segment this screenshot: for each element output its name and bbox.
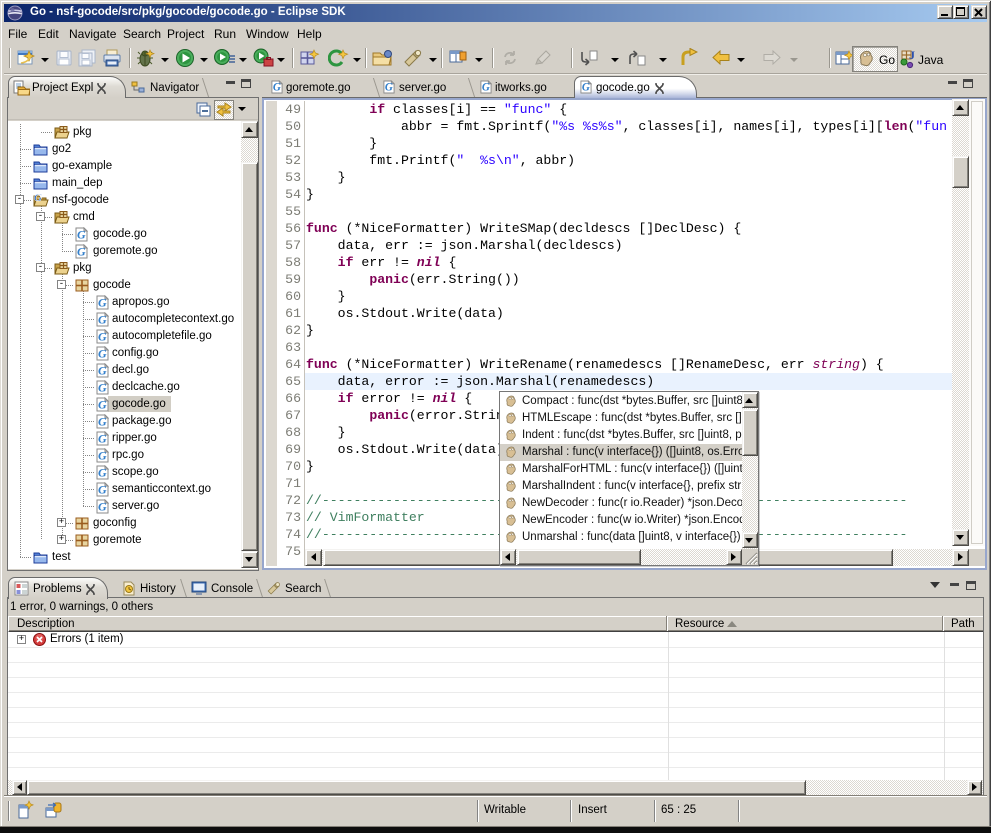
svg-text:G: G	[98, 415, 107, 429]
svg-text:G: G	[385, 82, 393, 94]
svg-text:G: G	[98, 483, 107, 497]
svg-text:G: G	[98, 432, 107, 446]
svg-text:G: G	[77, 245, 86, 259]
svg-text:G: G	[482, 82, 490, 94]
svg-text:G: G	[77, 228, 86, 242]
svg-text:G: G	[98, 313, 107, 327]
svg-text:G: G	[98, 466, 107, 480]
svg-text:G: G	[273, 82, 281, 94]
svg-text:G: G	[98, 381, 107, 395]
svg-text:G: G	[98, 364, 107, 378]
svg-text:J: J	[909, 49, 915, 62]
svg-text:G: G	[98, 347, 107, 361]
svg-text:G: G	[98, 330, 107, 344]
svg-text:G: G	[34, 193, 42, 204]
svg-text:G: G	[582, 82, 590, 94]
svg-text:G: G	[98, 296, 107, 310]
svg-text:G: G	[98, 500, 107, 514]
svg-text:G: G	[98, 449, 107, 463]
svg-text:G: G	[98, 398, 107, 412]
